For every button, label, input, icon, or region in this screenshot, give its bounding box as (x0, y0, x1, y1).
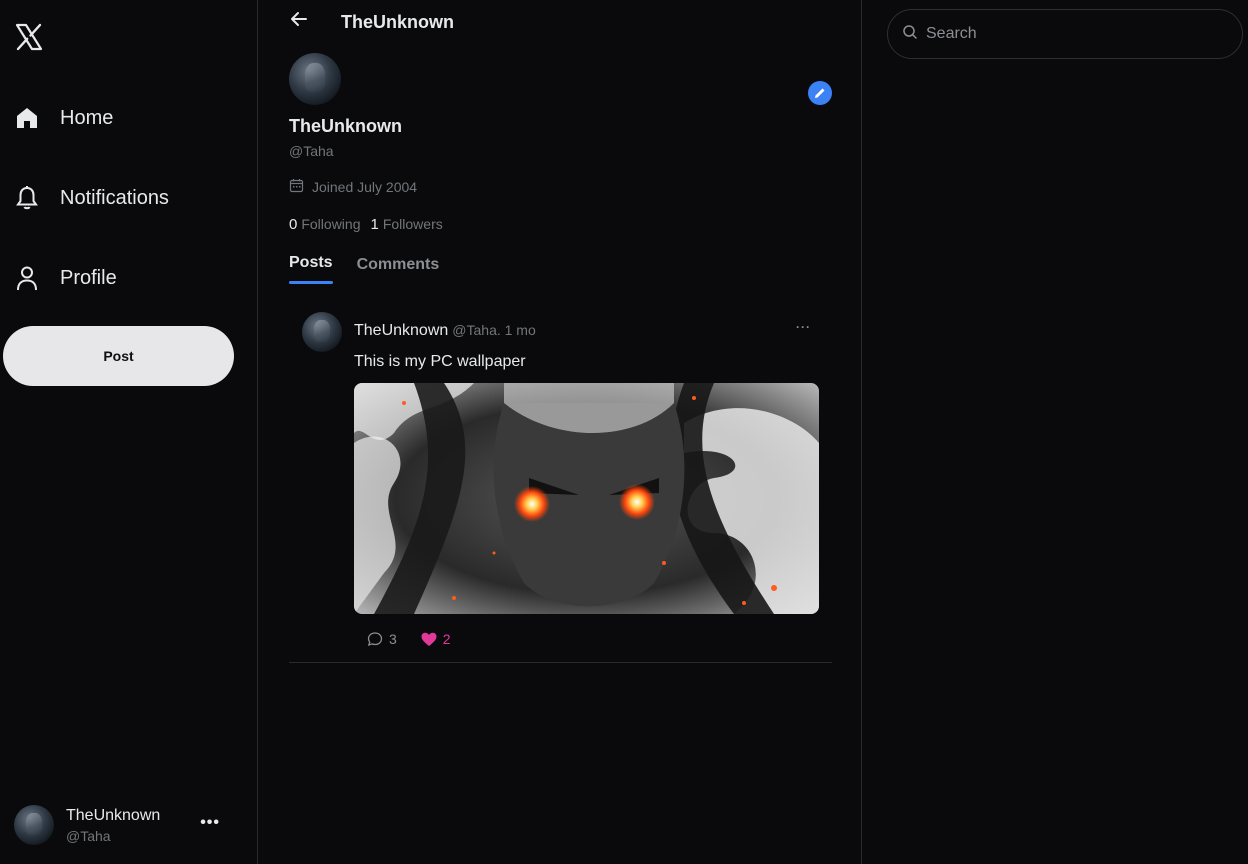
more-icon[interactable]: ••• (200, 814, 220, 832)
joined-label: Joined July 2004 (312, 179, 418, 195)
followers-label: Followers (382, 216, 443, 232)
account-name: TheUnknown (66, 806, 161, 824)
bell-icon (14, 185, 40, 211)
followers-link[interactable]: 1 Followers (370, 216, 442, 233)
post-button[interactable]: Post (3, 326, 234, 386)
user-icon (14, 265, 40, 291)
nav-notifications-label: Notifications (60, 186, 169, 209)
account-switcher[interactable]: TheUnknown @Taha ••• (14, 802, 234, 848)
follow-stats: 0 Following 1 Followers (289, 216, 443, 233)
search-bar[interactable] (887, 9, 1243, 59)
post-actions: 3 2 (367, 631, 451, 647)
comment-button[interactable]: 3 (367, 631, 397, 647)
search-icon (902, 24, 918, 45)
nav-home[interactable]: Home (14, 98, 113, 138)
post-meta: @Taha. 1 mo (452, 322, 536, 338)
heart-icon (421, 632, 437, 646)
joined-date: Joined July 2004 (289, 178, 417, 196)
avatar (14, 805, 54, 845)
like-button[interactable]: 2 (421, 631, 451, 647)
arrow-left-icon[interactable] (289, 9, 309, 29)
account-handle: @Taha (66, 827, 111, 844)
left-sidebar: Home Notifications Profile Post TheUnkno… (0, 0, 258, 864)
nav-profile[interactable]: Profile (14, 258, 117, 298)
post-avatar[interactable] (302, 312, 342, 352)
post-text: This is my PC wallpaper (354, 353, 526, 370)
tab-posts[interactable]: Posts (289, 254, 333, 284)
page-title: TheUnknown (341, 12, 454, 32)
anime-wallpaper-image[interactable] (354, 383, 819, 614)
nav-notifications[interactable]: Notifications (14, 178, 169, 218)
pencil-icon (815, 88, 825, 98)
post-card[interactable]: TheUnknown @Taha. 1 mo ··· This is my PC… (289, 306, 832, 663)
profile-tabs: Posts Comments (289, 254, 439, 284)
app: Home Notifications Profile Post TheUnkno… (0, 0, 1248, 864)
following-count: 0 (289, 216, 298, 233)
comment-count: 3 (389, 631, 397, 647)
calendar-icon (289, 178, 304, 196)
profile-header: TheUnknown (259, 0, 862, 44)
tab-comments[interactable]: Comments (357, 256, 440, 286)
comment-icon (367, 632, 383, 647)
more-options-icon[interactable]: ··· (796, 320, 811, 334)
main-column: TheUnknown TheUnknown @Taha Joined July … (259, 0, 862, 864)
home-icon (14, 105, 40, 131)
x-logo-icon[interactable] (14, 22, 44, 52)
following-link[interactable]: 0 Following (289, 216, 360, 233)
profile-name: TheUnknown (289, 116, 402, 136)
post-author[interactable]: TheUnknown (354, 322, 448, 340)
nav-profile-label: Profile (60, 266, 117, 289)
nav-home-label: Home (60, 106, 114, 129)
followers-count: 1 (370, 216, 379, 233)
edit-profile-button[interactable] (808, 81, 832, 105)
like-count: 2 (442, 631, 451, 647)
search-input[interactable] (926, 25, 1226, 43)
profile-avatar (289, 53, 341, 105)
profile-handle: @Taha (289, 143, 334, 159)
following-label: Following (301, 216, 361, 232)
